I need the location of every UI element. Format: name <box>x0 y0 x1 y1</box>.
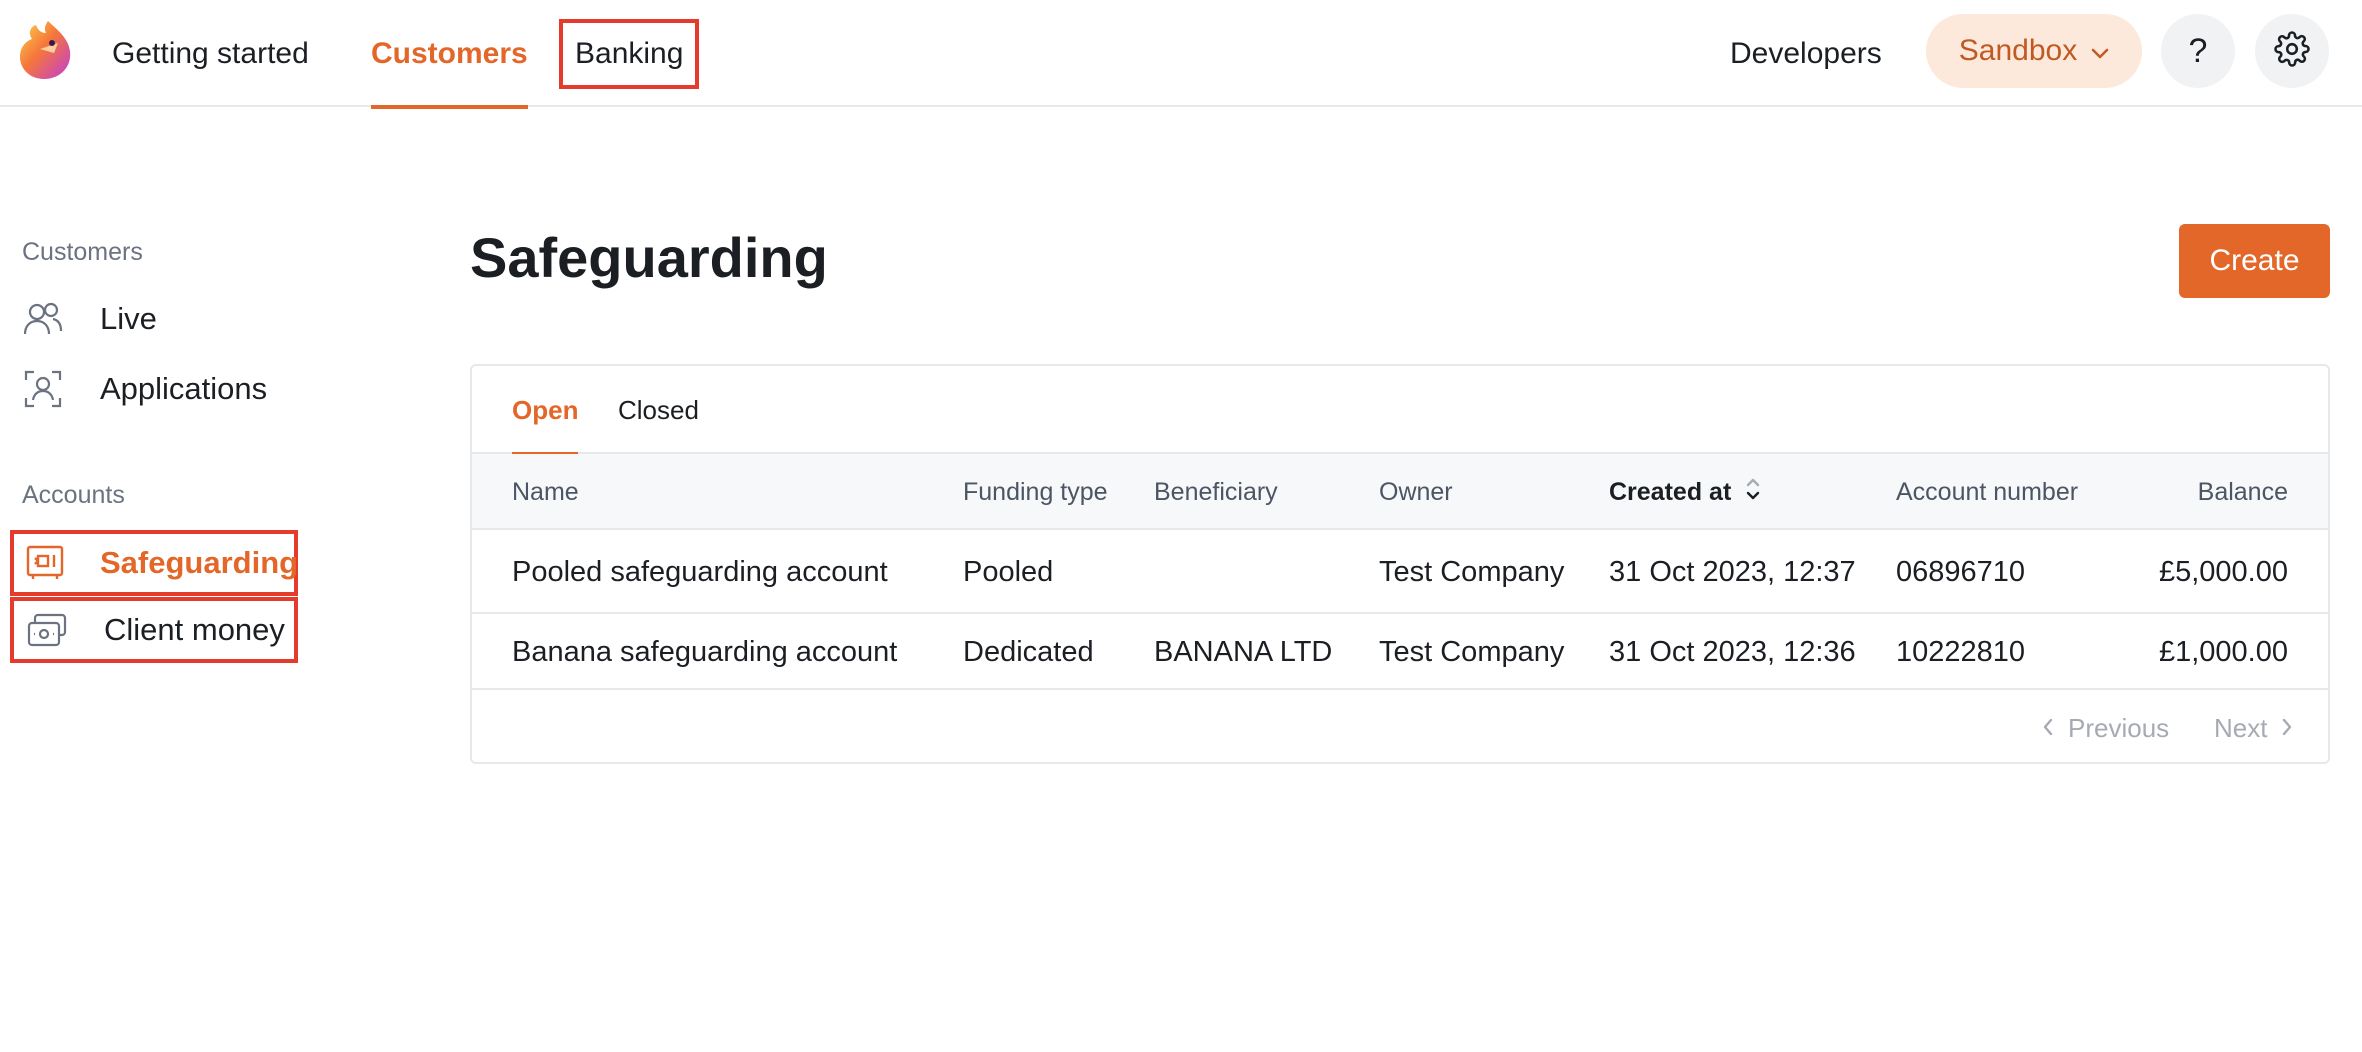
cell-owner: Test Company <box>1379 635 1565 668</box>
nav-customers-label: Customers <box>371 36 528 70</box>
cell-owner: Test Company <box>1379 555 1565 588</box>
cell-account-number: 06896710 <box>1896 555 2026 588</box>
settings-button[interactable] <box>2255 14 2329 88</box>
active-nav-indicator <box>371 105 528 109</box>
top-navigation: Getting started Customers Banking Develo… <box>0 0 2362 109</box>
cell-created-at: 31 Oct 2023, 12:37 <box>1609 555 1856 588</box>
nav-customers[interactable]: Customers <box>371 0 528 109</box>
previous-page-button[interactable]: Previous <box>2042 690 2170 762</box>
accounts-table-card: Open Closed Name Funding type Beneficiar… <box>470 364 2330 764</box>
chevron-left-icon <box>2042 713 2054 744</box>
cell-funding-type: Pooled <box>963 555 1054 588</box>
column-header-beneficiary: Beneficiary <box>1154 477 1278 506</box>
sidebar-heading-customers: Customers <box>22 238 143 266</box>
column-header-created-at-label: Created at <box>1609 477 1732 506</box>
chevron-down-icon <box>2091 34 2109 68</box>
next-page-button[interactable]: Next <box>2214 690 2293 762</box>
column-header-balance: Balance <box>2197 477 2288 506</box>
chevron-right-icon <box>2281 713 2293 744</box>
next-label: Next <box>2214 712 2268 743</box>
page-title: Safeguarding <box>470 226 828 289</box>
cell-name: Banana safeguarding account <box>512 635 898 668</box>
cell-balance: £5,000.00 <box>2158 555 2288 588</box>
sidebar-item-safeguarding[interactable]: Safeguarding <box>10 530 298 596</box>
sort-icon <box>1745 476 1761 509</box>
nav-getting-started[interactable]: Getting started <box>112 0 309 107</box>
environment-label: Sandbox <box>1958 34 2078 67</box>
status-tabs: Open Closed <box>472 366 2328 456</box>
sidebar-item-label: Safeguarding <box>100 545 299 580</box>
sidebar-item-label: Client money <box>104 612 285 647</box>
gear-icon <box>2274 30 2310 72</box>
column-header-name: Name <box>512 477 579 506</box>
column-header-account-number: Account number <box>1896 477 2079 506</box>
help-button[interactable]: ? <box>2161 14 2235 88</box>
cell-name: Pooled safeguarding account <box>512 555 888 588</box>
sidebar-item-label: Applications <box>100 371 268 406</box>
tab-closed[interactable]: Closed <box>618 366 699 454</box>
sidebar-item-client-money[interactable]: Client money <box>10 597 298 663</box>
cell-created-at: 31 Oct 2023, 12:36 <box>1609 635 1856 668</box>
cash-icon <box>26 609 68 651</box>
question-mark-icon: ? <box>2188 31 2208 70</box>
environment-selector[interactable]: Sandbox <box>1926 14 2142 88</box>
nav-developers[interactable]: Developers <box>1730 0 1882 107</box>
brand-logo-icon[interactable] <box>18 19 72 81</box>
users-icon <box>22 298 64 340</box>
cell-balance: £1,000.00 <box>2158 635 2288 668</box>
column-header-created-at[interactable]: Created at <box>1609 454 1761 530</box>
column-header-owner: Owner <box>1379 477 1453 506</box>
cell-beneficiary: BANANA LTD <box>1154 635 1333 668</box>
cell-account-number: 10222810 <box>1896 635 2026 668</box>
sidebar-heading-accounts: Accounts <box>22 481 125 509</box>
sidebar-item-label: Live <box>100 301 157 336</box>
tab-open[interactable]: Open <box>512 366 579 456</box>
nav-banking[interactable]: Banking <box>559 19 700 89</box>
face-scan-icon <box>22 368 64 410</box>
table-header: Name Funding type Beneficiary Owner Crea… <box>472 454 2328 530</box>
cell-funding-type: Dedicated <box>963 635 1094 668</box>
sidebar-item-live[interactable]: Live <box>10 286 298 352</box>
sidebar-item-applications[interactable]: Applications <box>10 356 298 422</box>
create-button[interactable]: Create <box>2179 224 2330 298</box>
pagination: Previous Next <box>472 690 2328 762</box>
tab-open-label: Open <box>512 394 579 425</box>
vault-icon <box>26 542 64 584</box>
previous-label: Previous <box>2068 712 2170 743</box>
table-row[interactable]: Pooled safeguarding account Pooled Test … <box>472 530 2328 614</box>
column-header-funding-type: Funding type <box>963 477 1108 506</box>
table-row[interactable]: Banana safeguarding account Dedicated BA… <box>472 614 2328 690</box>
